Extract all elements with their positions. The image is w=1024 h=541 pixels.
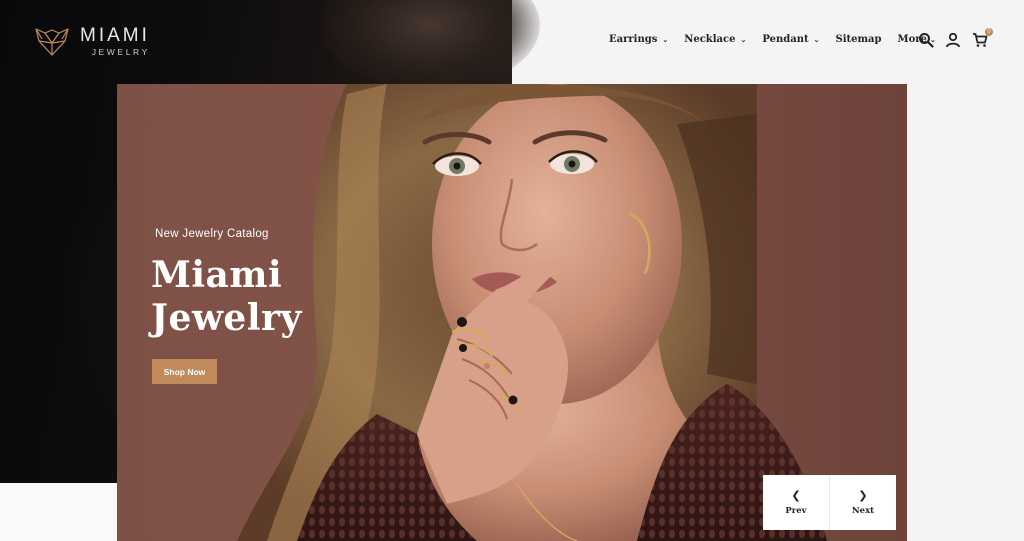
slider-next-button[interactable]: ❯ Next bbox=[829, 475, 896, 530]
brand-name: MIAMI bbox=[80, 24, 150, 46]
slider-navigation: ❮ Prev ❯ Next bbox=[763, 475, 896, 530]
brand-tagline: JEWELRY bbox=[91, 46, 150, 57]
chevron-down-icon: ⌄ bbox=[662, 35, 669, 44]
nav-item-label: Pendant bbox=[762, 34, 809, 45]
nav-item-earrings[interactable]: Earrings ⌄ bbox=[609, 34, 668, 45]
site-logo[interactable]: MIAMI JEWELRY bbox=[34, 25, 150, 57]
header-actions: 0 bbox=[918, 28, 999, 48]
hero-title: Miami Jewelry bbox=[151, 254, 351, 340]
nav-item-necklace[interactable]: Necklace ⌄ bbox=[684, 34, 746, 45]
backdrop-face-shade bbox=[320, 0, 540, 90]
user-icon[interactable] bbox=[945, 32, 961, 48]
hero-banner: New Jewelry Catalog Miami Jewelry Shop N… bbox=[117, 84, 907, 541]
cart-button[interactable]: 0 bbox=[972, 28, 993, 48]
chevron-down-icon: ⌄ bbox=[740, 35, 747, 44]
chevron-right-icon: ❯ bbox=[858, 488, 868, 502]
chevron-left-icon: ❮ bbox=[791, 488, 801, 502]
chevron-down-icon: ⌄ bbox=[813, 35, 820, 44]
search-icon[interactable] bbox=[918, 32, 934, 48]
nav-item-label: Necklace bbox=[684, 34, 736, 45]
nav-item-label: Sitemap bbox=[835, 34, 882, 45]
nav-item-pendant[interactable]: Pendant ⌄ bbox=[762, 34, 819, 45]
nav-item-label: Earrings bbox=[609, 34, 658, 45]
slider-next-label: Next bbox=[851, 505, 875, 516]
slider-prev-button[interactable]: ❮ Prev bbox=[763, 475, 829, 530]
main-navigation: Earrings ⌄ Necklace ⌄ Pendant ⌄ Sitemap … bbox=[609, 34, 956, 45]
cart-count-badge: 0 bbox=[985, 28, 993, 36]
hero-title-line1: Miami bbox=[151, 254, 283, 296]
shop-now-button[interactable]: Shop Now bbox=[152, 359, 217, 384]
hero-title-line2: Jewelry bbox=[151, 297, 302, 339]
slider-prev-label: Prev bbox=[785, 505, 807, 516]
fox-head-icon bbox=[35, 28, 69, 56]
nav-item-sitemap[interactable]: Sitemap bbox=[835, 34, 881, 45]
page-background-bottom bbox=[0, 483, 117, 541]
hero-eyebrow: New Jewelry Catalog bbox=[155, 228, 269, 240]
